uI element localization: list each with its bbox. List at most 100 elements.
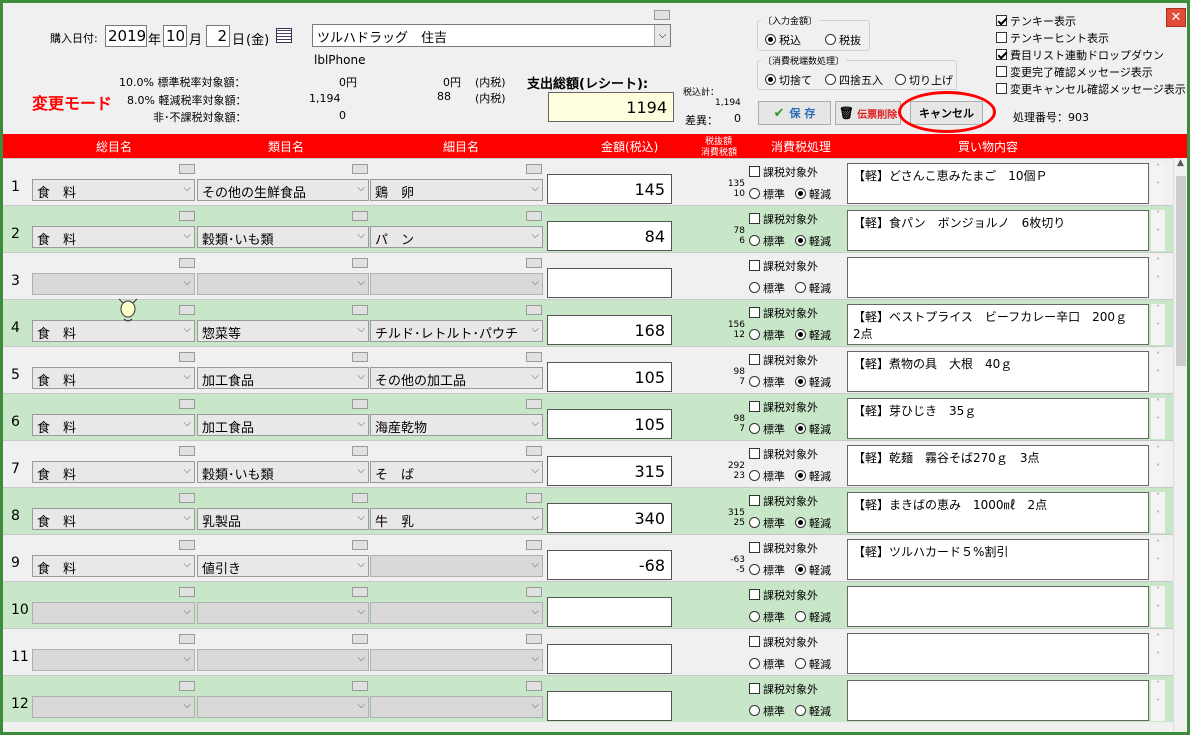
- reduced-radio[interactable]: 軽減: [795, 611, 831, 624]
- memo-textarea[interactable]: [847, 586, 1149, 627]
- category1-select[interactable]: ⌵: [32, 602, 195, 624]
- category2-select[interactable]: 乳製品 ⌵: [197, 508, 369, 530]
- category2-select[interactable]: 加工食品 ⌵: [197, 414, 369, 436]
- toggle-c1[interactable]: [179, 446, 195, 456]
- toggle-c3[interactable]: [526, 399, 542, 409]
- toggle-c3[interactable]: [526, 493, 542, 503]
- category2-select[interactable]: ⌵: [197, 602, 369, 624]
- category1-select[interactable]: 食 料 ⌵: [32, 367, 195, 389]
- save-button[interactable]: ✔ 保 存: [758, 101, 831, 125]
- standard-radio[interactable]: 標準: [749, 282, 785, 295]
- amount-input[interactable]: 105: [547, 362, 672, 392]
- category2-select[interactable]: ⌵: [197, 273, 369, 295]
- standard-radio[interactable]: 標準: [749, 470, 785, 483]
- toggle-c2[interactable]: [352, 352, 368, 362]
- category2-select[interactable]: 値引き ⌵: [197, 555, 369, 577]
- toggle-c1[interactable]: [179, 305, 195, 315]
- store-toggle[interactable]: [654, 10, 670, 20]
- amount-input[interactable]: 315: [547, 456, 672, 486]
- toggle-c2[interactable]: [352, 258, 368, 268]
- memo-scrollbar[interactable]: ˄ ˅: [1151, 492, 1165, 533]
- memo-scrollbar[interactable]: ˄ ˅: [1151, 163, 1165, 204]
- amount-input[interactable]: [547, 597, 672, 627]
- toggle-c2[interactable]: [352, 399, 368, 409]
- tax-exempt-checkbox[interactable]: 課税対象外: [749, 681, 818, 697]
- toggle-c1[interactable]: [179, 634, 195, 644]
- memo-scrollbar[interactable]: ˄ ˅: [1151, 539, 1165, 580]
- rounding-ceil-radio[interactable]: 切り上げ: [895, 72, 953, 88]
- memo-scrollbar[interactable]: ˄ ˅: [1151, 680, 1165, 721]
- standard-radio[interactable]: 標準: [749, 611, 785, 624]
- day-input[interactable]: 2: [206, 25, 230, 47]
- memo-scrollbar[interactable]: ˄ ˅: [1151, 210, 1165, 251]
- toggle-c3[interactable]: [526, 681, 542, 691]
- toggle-c3[interactable]: [526, 634, 542, 644]
- reduced-radio[interactable]: 軽減: [795, 658, 831, 671]
- standard-radio[interactable]: 標準: [749, 423, 785, 436]
- toggle-c3[interactable]: [526, 587, 542, 597]
- tax-exempt-checkbox[interactable]: 課税対象外: [749, 446, 818, 462]
- memo-scrollbar[interactable]: ˄ ˅: [1151, 304, 1165, 345]
- toggle-c3[interactable]: [526, 540, 542, 550]
- memo-textarea[interactable]: 【軽】煮物の具 大根 40ｇ: [847, 351, 1149, 392]
- month-input[interactable]: 10: [163, 25, 187, 47]
- toggle-c2[interactable]: [352, 305, 368, 315]
- reduced-radio[interactable]: 軽減: [795, 564, 831, 577]
- reduced-radio[interactable]: 軽減: [795, 423, 831, 436]
- category3-select[interactable]: チルド･レトルト･パウチ ⌵: [370, 320, 543, 342]
- category1-select[interactable]: 食 料 ⌵: [32, 461, 195, 483]
- category3-select[interactable]: 牛 乳 ⌵: [370, 508, 543, 530]
- toggle-c1[interactable]: [179, 258, 195, 268]
- tax-exempt-checkbox[interactable]: 課税対象外: [749, 399, 818, 415]
- close-button[interactable]: ✕: [1166, 8, 1186, 27]
- toggle-c3[interactable]: [526, 446, 542, 456]
- amount-input[interactable]: -68: [547, 550, 672, 580]
- opt-tenkey[interactable]: テンキー表示: [996, 13, 1076, 29]
- opt-tenkey-hint[interactable]: テンキーヒント表示: [996, 30, 1109, 46]
- reduced-radio[interactable]: 軽減: [795, 282, 831, 295]
- tax-exempt-checkbox[interactable]: 課税対象外: [749, 258, 818, 274]
- reduced-radio[interactable]: 軽減: [795, 470, 831, 483]
- category3-select[interactable]: 鶏 卵 ⌵: [370, 179, 543, 201]
- category3-select[interactable]: ⌵: [370, 602, 543, 624]
- tax-exempt-checkbox[interactable]: 課税対象外: [749, 493, 818, 509]
- category1-select[interactable]: ⌵: [32, 649, 195, 671]
- memo-textarea[interactable]: 【軽】まきばの恵み 1000㎖ 2点: [847, 492, 1149, 533]
- toggle-c1[interactable]: [179, 681, 195, 691]
- tax-exempt-checkbox[interactable]: 課税対象外: [749, 352, 818, 368]
- memo-scrollbar[interactable]: ˄ ˅: [1151, 445, 1165, 486]
- memo-scrollbar[interactable]: ˄ ˅: [1151, 586, 1165, 627]
- standard-radio[interactable]: 標準: [749, 376, 785, 389]
- amount-input[interactable]: 105: [547, 409, 672, 439]
- rounding-floor-radio[interactable]: 切捨て: [765, 72, 812, 88]
- year-input[interactable]: 2019: [105, 25, 147, 47]
- standard-radio[interactable]: 標準: [749, 188, 785, 201]
- opt-confirm-change[interactable]: 変更完了確認メッセージ表示: [996, 64, 1153, 80]
- toggle-c3[interactable]: [526, 164, 542, 174]
- calendar-icon[interactable]: [276, 28, 292, 43]
- reduced-radio[interactable]: 軽減: [795, 188, 831, 201]
- memo-textarea[interactable]: [847, 633, 1149, 674]
- tax-exempt-checkbox[interactable]: 課税対象外: [749, 587, 818, 603]
- standard-radio[interactable]: 標準: [749, 235, 785, 248]
- standard-radio[interactable]: 標準: [749, 705, 785, 718]
- category3-select[interactable]: ⌵: [370, 555, 543, 577]
- input-taxout-radio[interactable]: 税抜: [825, 32, 861, 48]
- memo-textarea[interactable]: 【軽】芽ひじき 35ｇ: [847, 398, 1149, 439]
- category3-select[interactable]: その他の加工品 ⌵: [370, 367, 543, 389]
- tax-exempt-checkbox[interactable]: 課税対象外: [749, 164, 818, 180]
- tax-exempt-checkbox[interactable]: 課税対象外: [749, 305, 818, 321]
- reduced-radio[interactable]: 軽減: [795, 705, 831, 718]
- amount-input[interactable]: 145: [547, 174, 672, 204]
- category3-select[interactable]: 海産乾物 ⌵: [370, 414, 543, 436]
- category1-select[interactable]: 食 料 ⌵: [32, 179, 195, 201]
- input-taxin-radio[interactable]: 税込: [765, 32, 801, 48]
- opt-expense-link[interactable]: 費目リスト連動ドロップダウン: [996, 47, 1164, 63]
- toggle-c2[interactable]: [352, 587, 368, 597]
- memo-textarea[interactable]: 【軽】どさんこ恵みたまご 10個Ｐ: [847, 163, 1149, 204]
- main-scrollbar[interactable]: ▲: [1173, 158, 1187, 732]
- amount-input[interactable]: [547, 268, 672, 298]
- category1-select[interactable]: 食 料 ⌵: [32, 226, 195, 248]
- memo-scrollbar[interactable]: ˄ ˅: [1151, 351, 1165, 392]
- standard-radio[interactable]: 標準: [749, 564, 785, 577]
